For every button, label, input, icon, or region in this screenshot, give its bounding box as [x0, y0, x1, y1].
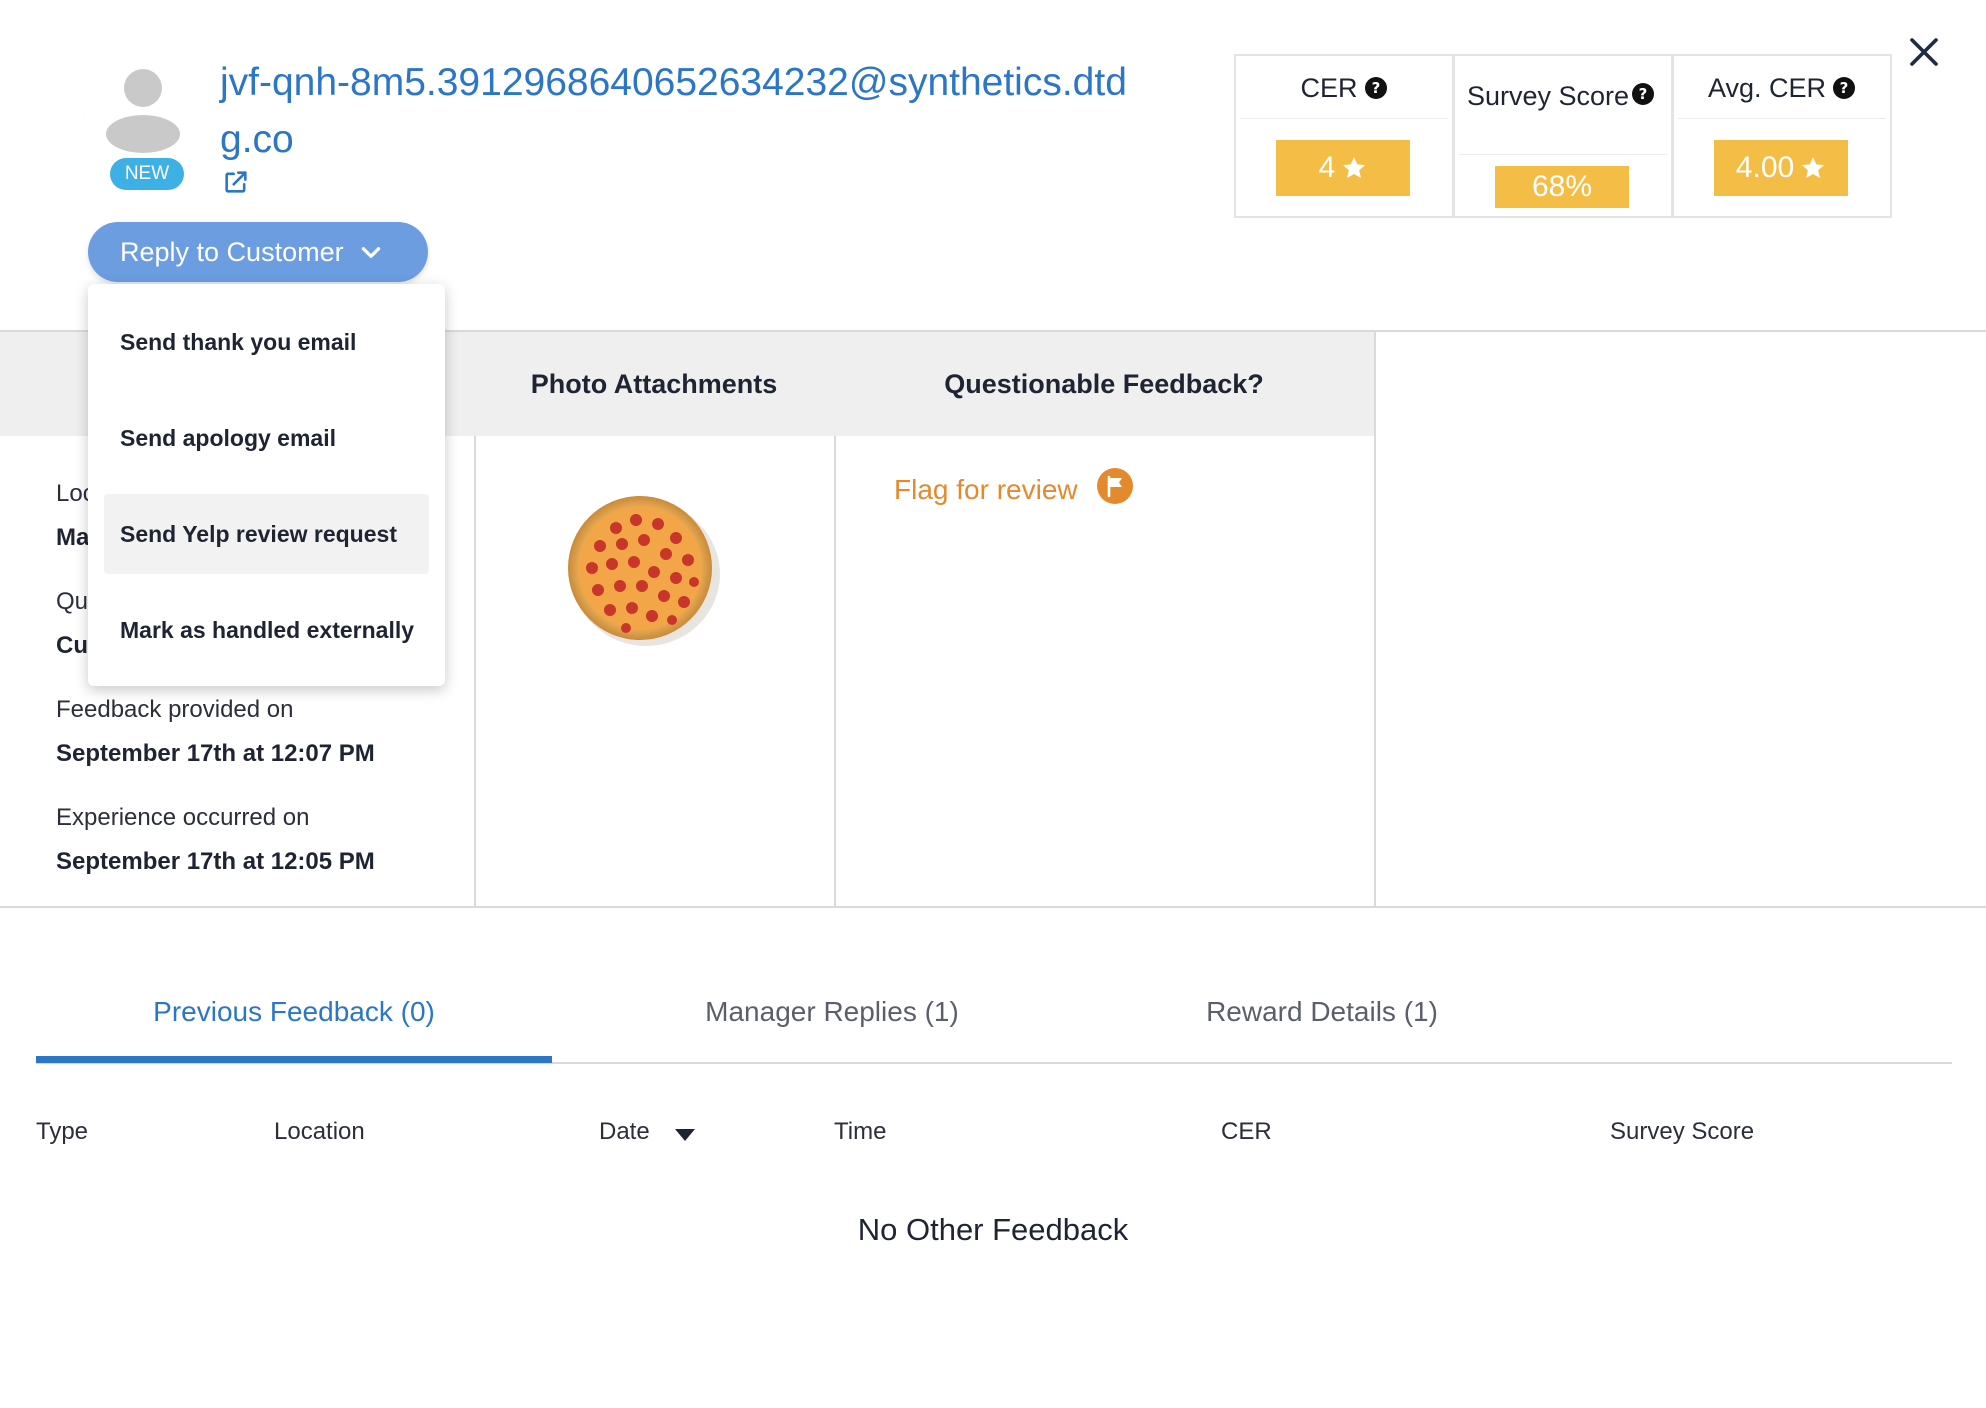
- questionable-feedback-panel: Questionable Feedback? Flag for review: [834, 332, 1376, 908]
- reply-to-customer-button[interactable]: Reply to Customer: [88, 222, 428, 282]
- help-icon[interactable]: ?: [1832, 76, 1856, 100]
- avg-cer-value-badge: 4.00: [1714, 140, 1848, 196]
- menu-item-mark-handled-externally[interactable]: Mark as handled externally: [104, 590, 429, 670]
- cer-label: CER: [1300, 72, 1358, 103]
- tab-manager-replies[interactable]: Manager Replies (1): [552, 960, 1112, 1064]
- experience-occurred-label: Experience occurred on: [56, 804, 310, 831]
- help-icon[interactable]: ?: [1364, 76, 1388, 100]
- avatar-icon: [84, 50, 202, 168]
- close-icon[interactable]: [1906, 34, 1942, 70]
- menu-item-apology-email[interactable]: Send apology email: [104, 398, 429, 478]
- avg-cer-metric: Avg. CER ? 4.00: [1672, 54, 1892, 218]
- avatar: [84, 50, 202, 168]
- question-value-partial: Cu: [56, 632, 88, 659]
- menu-item-thank-you-email[interactable]: Send thank you email: [104, 302, 429, 382]
- avg-cer-label: Avg. CER: [1707, 72, 1827, 103]
- cer-value-badge: 4: [1276, 140, 1410, 196]
- survey-score-value: 68%: [1531, 170, 1593, 203]
- svg-text:?: ?: [1840, 79, 1849, 97]
- feedback-provided-value: September 17th at 12:07 PM: [56, 740, 375, 767]
- empty-panel: [1374, 332, 1986, 908]
- tab-reward-details[interactable]: Reward Details (1): [1112, 960, 1532, 1064]
- flag-icon: [1096, 467, 1134, 505]
- location-value-partial: Ma: [56, 524, 90, 551]
- metrics-panel: CER ? 4 Survey Score ? 68% Avg. CER ? 4.…: [1234, 54, 1892, 218]
- questionable-feedback-header: Questionable Feedback?: [834, 332, 1374, 436]
- active-tab-indicator: [36, 1056, 552, 1063]
- menu-item-yelp-review-request[interactable]: Send Yelp review request: [104, 494, 429, 574]
- survey-score-label: Survey Score: [1466, 81, 1630, 111]
- photo-attachments-header: Photo Attachments: [474, 332, 834, 436]
- reply-menu: Send thank you email Send apology email …: [88, 284, 445, 686]
- chevron-down-icon: [361, 247, 380, 258]
- star-icon: [1802, 157, 1825, 178]
- column-type[interactable]: Type: [36, 1118, 88, 1146]
- column-date[interactable]: Date: [599, 1118, 650, 1146]
- cer-metric: CER ? 4: [1234, 54, 1454, 218]
- column-location[interactable]: Location: [274, 1118, 365, 1146]
- external-link-icon[interactable]: [222, 168, 250, 196]
- reply-button-label: Reply to Customer: [120, 236, 344, 267]
- help-icon[interactable]: ?: [1631, 82, 1655, 106]
- flag-for-review-label: Flag for review: [894, 474, 1078, 505]
- flag-for-review-link[interactable]: Flag for review: [894, 468, 1134, 506]
- customer-email-link[interactable]: jvf-qnh-8m5.3912968640652634232@syntheti…: [220, 54, 1140, 168]
- column-survey-score[interactable]: Survey Score: [1610, 1118, 1754, 1146]
- empty-table-message: No Other Feedback: [857, 1212, 1129, 1247]
- photo-attachments-panel: Photo Attachments: [474, 332, 836, 908]
- svg-text:?: ?: [1371, 79, 1380, 97]
- sort-down-icon[interactable]: [674, 1128, 696, 1142]
- column-cer[interactable]: CER: [1221, 1118, 1272, 1146]
- new-customer-badge: NEW: [110, 158, 184, 190]
- svg-text:?: ?: [1639, 85, 1648, 103]
- survey-score-badge: 68%: [1495, 166, 1629, 208]
- tab-previous-feedback[interactable]: Previous Feedback (0): [36, 960, 552, 1064]
- column-time[interactable]: Time: [834, 1118, 886, 1146]
- star-icon: [1343, 157, 1366, 178]
- photo-thumbnail[interactable]: [536, 482, 746, 652]
- feedback-tabs: Previous Feedback (0) Manager Replies (1…: [36, 960, 1952, 1064]
- feedback-provided-label: Feedback provided on: [56, 696, 294, 723]
- survey-score-metric: Survey Score ? 68%: [1453, 54, 1673, 218]
- avg-cer-value: 4.00: [1735, 151, 1795, 184]
- experience-occurred-value: September 17th at 12:05 PM: [56, 848, 375, 875]
- cer-value: 4: [1318, 151, 1336, 184]
